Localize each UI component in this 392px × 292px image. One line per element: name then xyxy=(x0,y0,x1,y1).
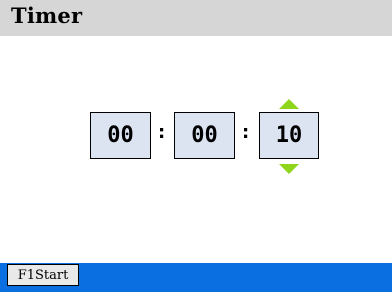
start-softkey-button[interactable]: F1Start xyxy=(7,264,79,286)
triangle-down-icon[interactable] xyxy=(279,164,299,174)
seconds-field[interactable]: 10 xyxy=(259,112,319,159)
timer-screen: Timer 00 : 00 : 10 F1Start xyxy=(0,0,392,292)
page-title: Timer xyxy=(11,3,83,28)
title-bar: Timer xyxy=(0,0,392,36)
time-separator: : xyxy=(242,122,250,143)
hours-field[interactable]: 00 xyxy=(90,112,151,159)
minutes-field[interactable]: 00 xyxy=(174,112,235,159)
time-separator: : xyxy=(158,122,166,143)
triangle-up-icon[interactable] xyxy=(279,99,299,109)
